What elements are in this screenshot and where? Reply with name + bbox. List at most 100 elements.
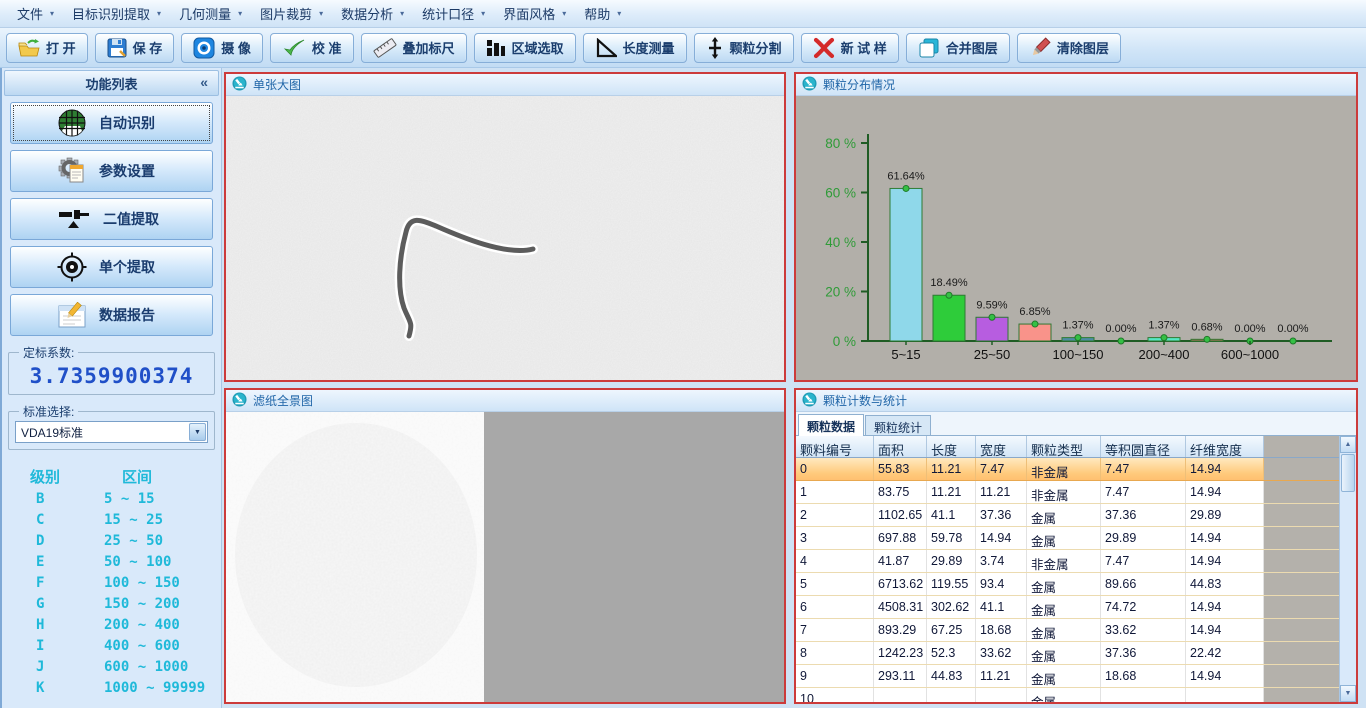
table-scrollbar[interactable]: ▲ ▼ <box>1339 436 1356 702</box>
table-cell: 14.94 <box>1186 481 1264 503</box>
column-header-0[interactable]: 颗料编号 <box>796 436 874 457</box>
toolbar-button-2[interactable]: 摄 像 <box>181 33 263 63</box>
particle-statistics-panel: 颗粒计数与统计 颗粒数据颗粒统计 颗料编号面积长度宽度颗粒类型等积圆直径纤维宽度… <box>794 388 1358 704</box>
table-row[interactable]: 055.8311.217.47非金属7.4714.94 <box>796 458 1356 481</box>
table-cell: 7.47 <box>1101 458 1186 480</box>
table-cell: 67.25 <box>927 619 976 641</box>
table-row[interactable]: 21102.6541.137.36金属37.3629.89 <box>796 504 1356 527</box>
panorama-panel-header: 滤纸全景图 <box>226 390 784 412</box>
toolbar-button-5[interactable]: 区域选取 <box>474 33 576 63</box>
menu-item-5[interactable]: 统计口径▾ <box>413 1 494 26</box>
table-cell: 29.89 <box>1186 504 1264 526</box>
toolbar-button-8[interactable]: 新 试 样 <box>801 33 899 63</box>
table-cell: 41.87 <box>874 550 927 572</box>
table-row[interactable]: 7893.2967.2518.68金属33.6214.94 <box>796 619 1356 642</box>
table-row[interactable]: 64508.31302.6241.1金属74.7214.94 <box>796 596 1356 619</box>
sidebar-button-0[interactable]: 自动识别 <box>10 102 213 144</box>
menu-item-label: 统计口径 <box>422 4 474 23</box>
menu-item-label: 文件 <box>17 4 43 23</box>
sidebar-button-3[interactable]: 单个提取 <box>10 246 213 288</box>
filter-paper-panorama-panel: 滤纸全景图 <box>224 388 786 704</box>
y-tick-label: 40 % <box>825 235 856 250</box>
menu-item-0[interactable]: 文件▾ <box>8 1 63 26</box>
scroll-up-icon[interactable]: ▲ <box>1340 436 1356 453</box>
scroll-down-icon[interactable]: ▼ <box>1340 685 1356 702</box>
microscope-icon <box>802 76 817 94</box>
panorama-view[interactable] <box>226 412 784 702</box>
toolbar-button-3[interactable]: 校 准 <box>270 33 354 63</box>
column-header-3[interactable]: 宽度 <box>976 436 1027 457</box>
x-tick-label: 200~400 <box>1139 347 1190 362</box>
table-cell: 55.83 <box>874 458 927 480</box>
toolbar-button-label: 打 开 <box>46 38 76 57</box>
level-grade: E <box>36 554 62 575</box>
sidebar-button-2[interactable]: 二值提取 <box>10 198 213 240</box>
menu-item-6[interactable]: 界面风格▾ <box>494 1 575 26</box>
menu-item-4[interactable]: 数据分析▾ <box>332 1 413 26</box>
menu-item-7[interactable]: 帮助▾ <box>575 1 630 26</box>
toolbar-button-6[interactable]: 长度测量 <box>583 33 687 63</box>
table-cell: 3.74 <box>976 550 1027 572</box>
toolbar-button-4[interactable]: 叠加标尺 <box>361 33 467 63</box>
toolbar-button-1[interactable]: 保 存 <box>95 33 175 63</box>
bar-marker <box>903 185 909 191</box>
table-cell: 4 <box>796 550 874 572</box>
menu-item-2[interactable]: 几何测量▾ <box>170 1 251 26</box>
level-grade: D <box>36 533 62 554</box>
tab-0[interactable]: 颗粒数据 <box>798 414 864 436</box>
table-row[interactable]: 81242.2352.333.62金属37.3622.42 <box>796 642 1356 665</box>
table-cell: 7.47 <box>976 458 1027 480</box>
table-row[interactable]: 441.8729.893.74非金属7.4714.94 <box>796 550 1356 573</box>
menu-item-1[interactable]: 目标识别提取▾ <box>63 1 170 26</box>
tab-1[interactable]: 颗粒统计 <box>865 415 931 435</box>
table-row[interactable]: 183.7511.2111.21非金属7.4714.94 <box>796 481 1356 504</box>
x-tick-label: 5~15 <box>891 347 920 362</box>
table-cell: 14.94 <box>1186 527 1264 549</box>
level-grade: G <box>36 596 62 617</box>
column-header-2[interactable]: 长度 <box>927 436 976 457</box>
parameter-settings-icon <box>57 157 87 185</box>
bar-value-label: 0.00% <box>1277 323 1308 335</box>
data-report-icon <box>57 302 87 329</box>
y-tick-label: 0 % <box>833 334 856 349</box>
single-image-view[interactable] <box>226 96 784 380</box>
table-header-row: 颗料编号面积长度宽度颗粒类型等积圆直径纤维宽度 <box>796 436 1356 458</box>
table-cell: 10 <box>796 688 874 702</box>
table-row[interactable]: 10金属 <box>796 688 1356 702</box>
menu-item-3[interactable]: 图片裁剪▾ <box>251 1 332 26</box>
table-cell: 14.94 <box>976 527 1027 549</box>
standard-select[interactable]: VDA19标准 ▼ <box>15 421 208 443</box>
chevron-down-icon[interactable]: ▼ <box>189 423 206 441</box>
sidebar-header[interactable]: 功能列表 « <box>4 70 219 96</box>
table-row[interactable]: 3697.8859.7814.94金属29.8914.94 <box>796 527 1356 550</box>
sidebar-button-1[interactable]: 参数设置 <box>10 150 213 192</box>
column-header-4[interactable]: 颗粒类型 <box>1027 436 1101 457</box>
single-image-panel: 单张大图 <box>224 72 786 382</box>
column-header-5[interactable]: 等积圆直径 <box>1101 436 1186 457</box>
table-cell: 3 <box>796 527 874 549</box>
toolbar-button-7[interactable]: 颗粒分割 <box>694 33 794 63</box>
table-cell: 9 <box>796 665 874 687</box>
level-range-table: 级别区间B5 ~ 15C15 ~ 25D25 ~ 50E50 ~ 100F100… <box>2 466 221 701</box>
table-cell: 29.89 <box>1101 527 1186 549</box>
column-header-6[interactable]: 纤维宽度 <box>1186 436 1264 457</box>
collapse-sidebar-icon[interactable]: « <box>200 74 208 90</box>
table-cell: 7.47 <box>1101 550 1186 572</box>
toolbar-button-0[interactable]: 打 开 <box>6 33 88 63</box>
table-row[interactable]: 56713.62119.5593.4金属89.6644.83 <box>796 573 1356 596</box>
standard-select-value: VDA19标准 <box>21 424 83 441</box>
scrollbar-thumb[interactable] <box>1341 454 1355 492</box>
toolbar-button-9[interactable]: 合并图层 <box>906 33 1010 63</box>
menu-bar: 文件▾目标识别提取▾几何测量▾图片裁剪▾数据分析▾统计口径▾界面风格▾帮助▾ <box>0 0 1366 28</box>
table-cell: 2 <box>796 504 874 526</box>
table-row[interactable]: 9293.1144.8311.21金属18.6814.94 <box>796 665 1356 688</box>
table-cell: 金属 <box>1027 642 1101 664</box>
column-header-1[interactable]: 面积 <box>874 436 927 457</box>
toolbar-button-10[interactable]: 清除图层 <box>1017 33 1121 63</box>
particle-data-table[interactable]: 颗料编号面积长度宽度颗粒类型等积圆直径纤维宽度055.8311.217.47非金… <box>796 436 1356 702</box>
table-cell: 37.36 <box>1101 642 1186 664</box>
table-cell: 金属 <box>1027 504 1101 526</box>
sidebar-button-4[interactable]: 数据报告 <box>10 294 213 336</box>
toolbar-button-label: 叠加标尺 <box>403 38 455 57</box>
level-range: 25 ~ 50 <box>104 533 163 554</box>
